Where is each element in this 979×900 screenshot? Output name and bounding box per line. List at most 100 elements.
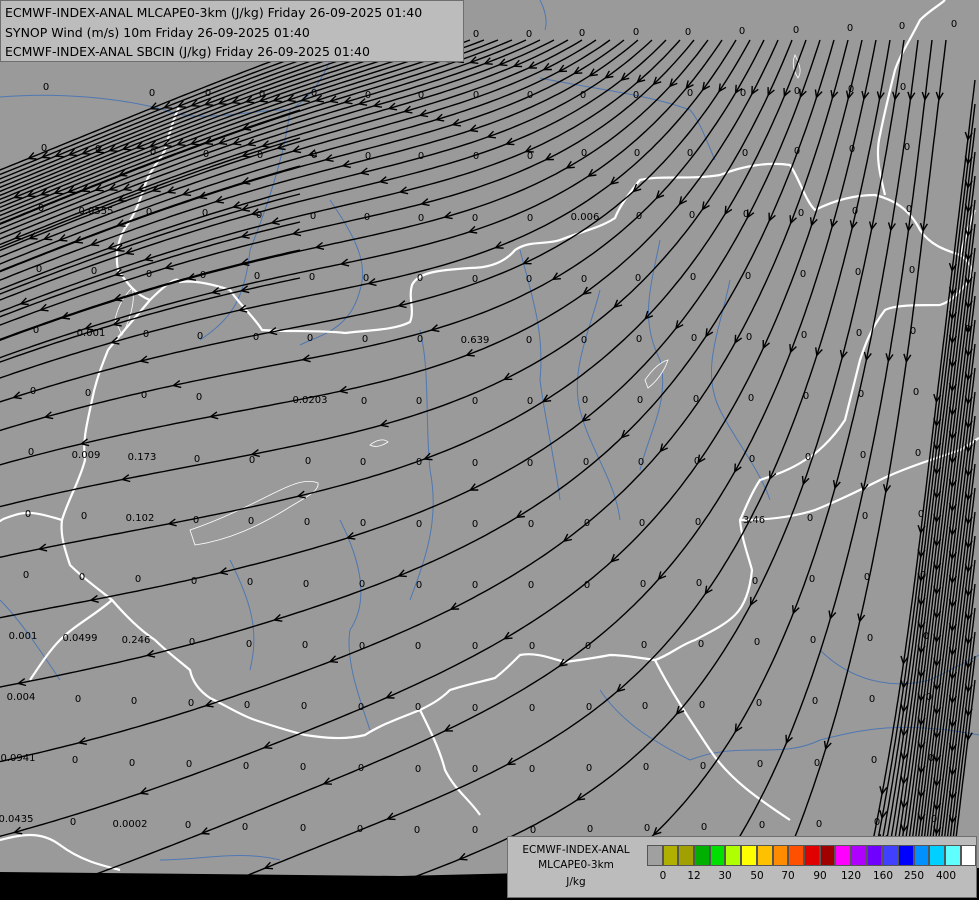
cape-value: 0 <box>527 151 533 162</box>
cape-value: 0 <box>25 509 31 520</box>
cape-value: 0 <box>587 824 593 835</box>
legend-swatch <box>725 845 742 866</box>
cape-value: 0 <box>365 151 371 162</box>
cape-value: 0 <box>687 148 693 159</box>
cape-value: 0 <box>748 393 754 404</box>
cape-value: 0 <box>301 701 307 712</box>
cape-value: 0 <box>633 27 639 38</box>
cape-value: 0.639 <box>461 335 490 346</box>
legend-swatch <box>913 845 930 866</box>
cape-value: 0 <box>416 457 422 468</box>
cape-value: 0.004 <box>7 692 36 703</box>
legend-swatch <box>882 845 898 866</box>
legend-tick-label: 0 <box>659 870 667 882</box>
cape-value: 0 <box>756 698 762 709</box>
cape-value: 0 <box>687 88 693 99</box>
cape-value: 0 <box>800 269 806 280</box>
cape-value: 0 <box>900 82 906 93</box>
cape-value: 0 <box>415 764 421 775</box>
cape-value: 0 <box>417 334 423 345</box>
title-line-cin: ECMWF-INDEX-ANAL SBCIN (J/kg) Friday 26-… <box>5 44 370 59</box>
cape-value: 0 <box>41 143 47 154</box>
cape-value: 0 <box>305 456 311 467</box>
cape-value: 0 <box>414 825 420 836</box>
cape-value: 0 <box>310 211 316 222</box>
cape-value: 0 <box>585 641 591 652</box>
cape-value: 0 <box>357 824 363 835</box>
cape-value: 0 <box>801 330 807 341</box>
legend-tick-label: 120 <box>840 870 862 882</box>
cape-value: 0 <box>415 641 421 652</box>
legend-swatch <box>929 845 946 866</box>
cape-value: 0 <box>472 825 478 836</box>
cape-value: 0 <box>739 26 745 37</box>
cape-value: 0 <box>812 696 818 707</box>
cape-value: 0 <box>965 324 971 335</box>
cape-value: 0 <box>364 212 370 223</box>
cape-value: 0.001 <box>9 631 38 642</box>
cape-value: 0 <box>871 755 877 766</box>
cape-value: 0 <box>858 389 864 400</box>
cape-value: 0.173 <box>128 452 157 463</box>
cape-value: 0 <box>849 144 855 155</box>
cape-value: 0 <box>472 641 478 652</box>
cape-value: 0 <box>203 149 209 160</box>
cape-value: 0.001 <box>77 328 106 339</box>
cape-value: 0 <box>244 700 250 711</box>
cape-value: 0 <box>197 331 203 342</box>
cape-value: 0 <box>794 146 800 157</box>
cape-value: 0 <box>586 763 592 774</box>
cape-value: 0 <box>205 88 211 99</box>
cape-value: 0 <box>28 447 34 458</box>
cape-value: 0 <box>528 580 534 591</box>
cape-value: 0 <box>529 764 535 775</box>
cape-value: 0 <box>909 265 915 276</box>
cape-value: 0 <box>639 518 645 529</box>
cape-value: 0 <box>527 396 533 407</box>
cape-value: 0 <box>70 817 76 828</box>
legend-swatch <box>866 845 883 866</box>
cape-value: 0 <box>633 90 639 101</box>
cape-value: 0 <box>417 273 423 284</box>
cape-value: 0 <box>701 822 707 833</box>
cape-value: 0 <box>579 28 585 39</box>
cape-value: 0 <box>899 21 905 32</box>
cape-value: 0 <box>696 578 702 589</box>
cape-value: 0 <box>528 519 534 530</box>
cape-value: 0.246 <box>122 635 151 646</box>
cape-value: 0 <box>906 204 912 215</box>
cape-value: 0 <box>135 574 141 585</box>
cape-value: 0 <box>746 332 752 343</box>
cape-value: 0 <box>527 213 533 224</box>
legend-swatch <box>662 845 679 866</box>
cape-value: 0 <box>307 333 313 344</box>
legend-swatch <box>898 845 914 866</box>
cape-value: 0 <box>91 266 97 277</box>
cape-value: 0 <box>473 151 479 162</box>
cape-value: 0 <box>690 272 696 283</box>
title-line-wind: SYNOP Wind (m/s) 10m Friday 26-09-2025 0… <box>5 24 310 40</box>
cape-value: 0 <box>695 517 701 528</box>
cape-value: 0 <box>309 272 315 283</box>
cape-value: 0 <box>358 702 364 713</box>
cape-value: 0 <box>472 580 478 591</box>
cape-value: 0 <box>752 576 758 587</box>
cape-value: 0 <box>256 210 262 221</box>
cape-value: 0 <box>847 23 853 34</box>
cape-value: 0 <box>311 88 317 99</box>
cape-value: 0 <box>636 334 642 345</box>
cape-value: 0 <box>581 335 587 346</box>
legend-swatch <box>819 845 836 866</box>
legend-tick-label: 160 <box>872 870 894 882</box>
legend-swatch <box>647 845 663 866</box>
cape-value: 0 <box>529 641 535 652</box>
cape-value: 0 <box>416 396 422 407</box>
cape-value: 0 <box>642 701 648 712</box>
cape-value: 0 <box>904 142 910 153</box>
title-line-cape: ECMWF-INDEX-ANAL MLCAPE0-3km (J/kg) Frid… <box>5 5 423 20</box>
cape-value: 0 <box>685 27 691 38</box>
cape-value: 0 <box>146 269 152 280</box>
weather-map: 0 0 0 0 0 0 0 0 0 0 0 0 0 0 0 0 0 0 0 0 0 0 0 0 0 0 0 0 0 0 0 0 0 0 0.0555… <box>0 0 979 900</box>
legend-swatches <box>647 845 977 866</box>
cape-value: 0.0002 <box>113 819 148 830</box>
